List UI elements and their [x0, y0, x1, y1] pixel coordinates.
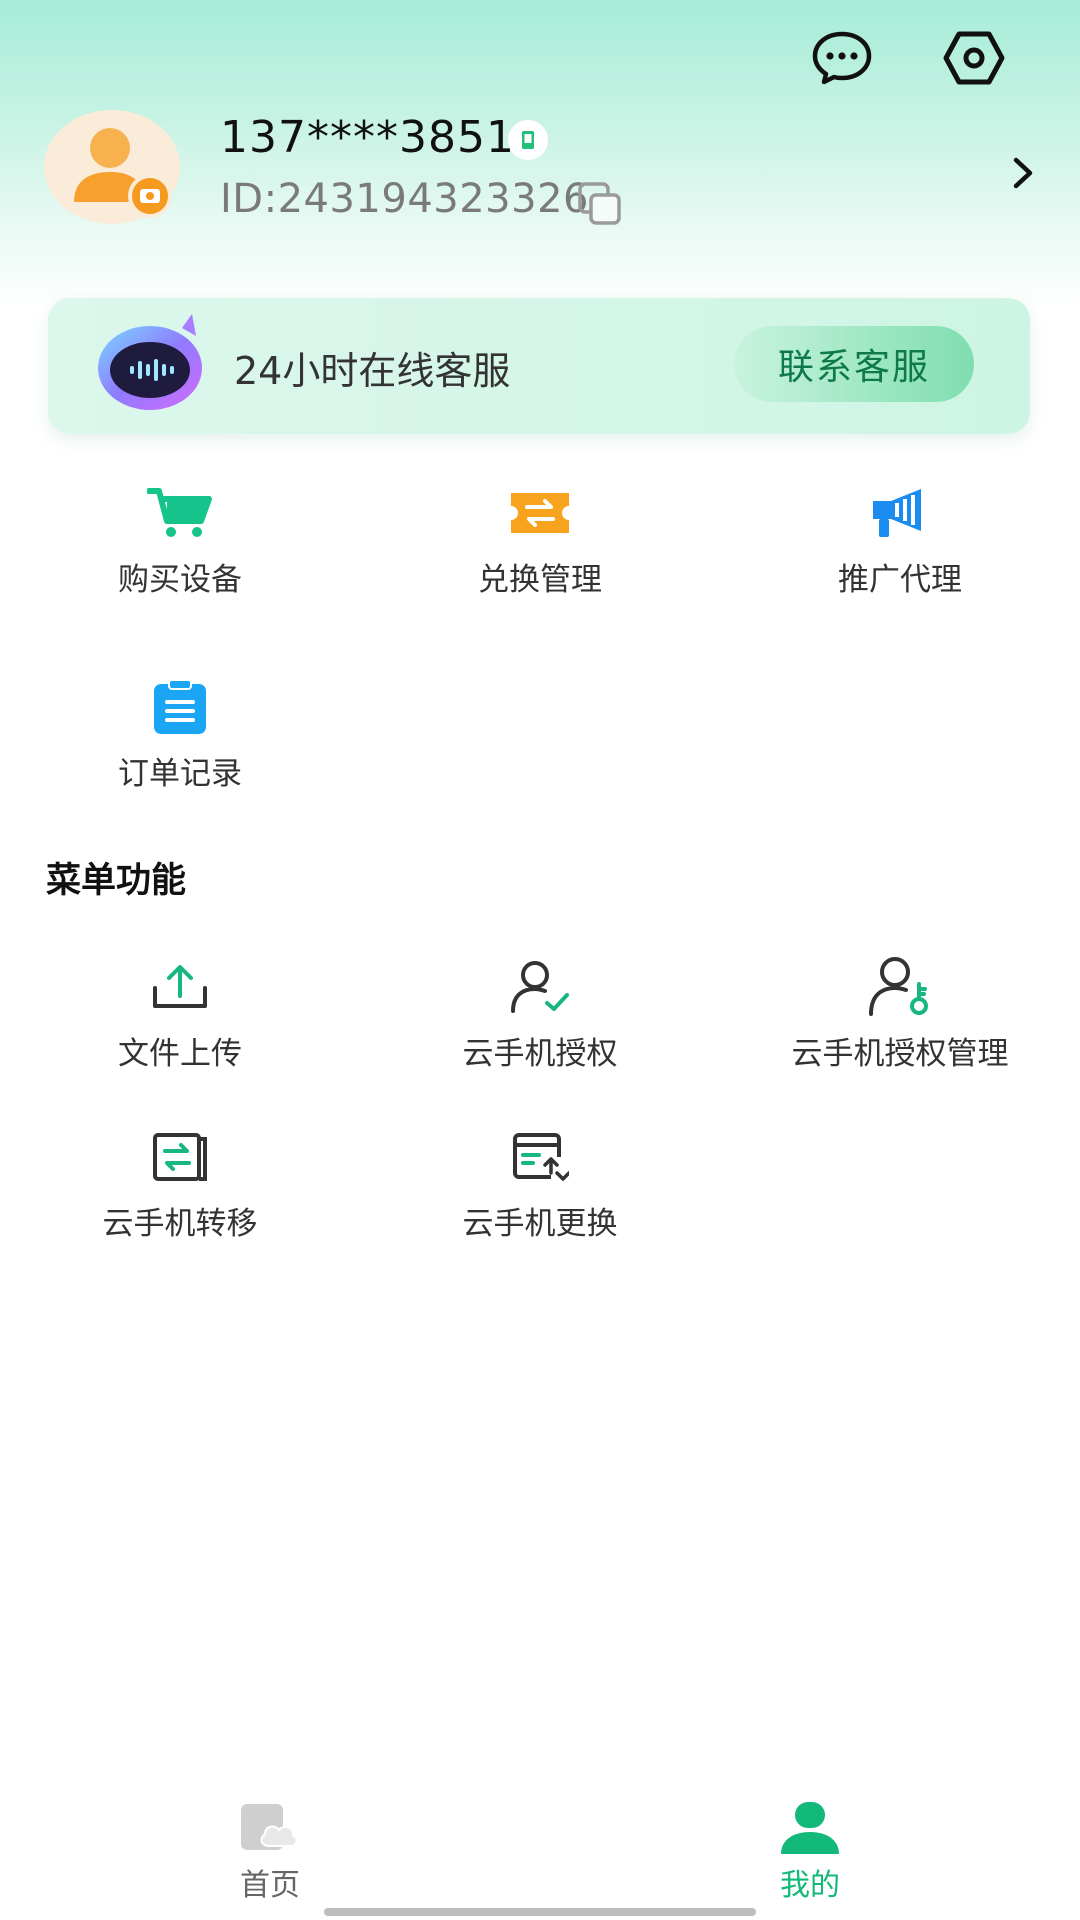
menu-cloud-phone-transfer[interactable]: 云手机转移 [30, 1122, 330, 1262]
menu-item-label: 云手机更换 [462, 1206, 618, 1242]
avatar[interactable] [44, 110, 180, 224]
menu-cloud-phone-auth[interactable]: 云手机授权 [390, 952, 690, 1092]
chat-bubble-icon[interactable] [806, 22, 878, 94]
transfer-icon [145, 1122, 215, 1192]
shortcut-label: 订单记录 [118, 756, 242, 792]
user-key-icon [865, 952, 935, 1022]
top-actions [806, 22, 1010, 94]
menu-cloud-phone-replace[interactable]: 云手机更换 [390, 1122, 690, 1262]
profile-icon [775, 1798, 845, 1858]
menu-item-label: 云手机授权管理 [791, 1036, 1009, 1072]
tab-home[interactable]: 首页 [170, 1780, 370, 1903]
shopping-cart-icon [145, 478, 215, 548]
menu-file-upload[interactable]: 文件上传 [30, 952, 330, 1092]
tab-label: 我的 [780, 1868, 840, 1903]
service-description: 24小时在线客服 [234, 349, 511, 393]
menu-item-label: 云手机转移 [102, 1206, 258, 1242]
user-phone: 137****3851 [220, 112, 515, 163]
user-profile[interactable]: 137****3851 ID:243194323326 [44, 108, 1044, 238]
device-badge-icon [508, 120, 548, 160]
swap-card-icon [505, 1122, 575, 1192]
menu-item-label: 文件上传 [118, 1036, 242, 1072]
shortcut-exchange-management[interactable]: 兑换管理 [390, 478, 690, 618]
shortcut-label: 推广代理 [838, 562, 962, 598]
menu-section-title: 菜单功能 [46, 861, 187, 901]
menu-cloud-phone-auth-management[interactable]: 云手机授权管理 [750, 952, 1050, 1092]
profile-page: 137****3851 ID:243194323326 24小时在线客服 联系客… [0, 0, 1080, 1920]
bottom-tab-bar: 首页 我的 [0, 1780, 1080, 1920]
shortcut-order-records[interactable]: 订单记录 [30, 672, 330, 812]
tab-mine[interactable]: 我的 [710, 1780, 910, 1903]
shortcut-label: 兑换管理 [478, 562, 602, 598]
chevron-right-icon[interactable] [1004, 148, 1044, 198]
customer-service-card: 24小时在线客服 联系客服 [48, 298, 1030, 434]
tab-label: 首页 [240, 1868, 300, 1903]
shortcut-promotion-agent[interactable]: 推广代理 [750, 478, 1050, 618]
shortcut-label: 购买设备 [118, 562, 242, 598]
settings-hexagon-icon[interactable] [938, 22, 1010, 94]
user-id: ID:243194323326 [220, 176, 589, 222]
robot-assistant-icon [92, 308, 212, 418]
megaphone-icon [865, 478, 935, 548]
exchange-ticket-icon [505, 478, 575, 548]
clipboard-icon [145, 672, 215, 742]
menu-item-label: 云手机授权 [462, 1036, 618, 1072]
upload-icon [145, 952, 215, 1022]
home-indicator[interactable] [324, 1908, 756, 1916]
contact-service-button[interactable]: 联系客服 [734, 326, 974, 402]
copy-icon[interactable] [576, 180, 624, 228]
home-cloud-icon [235, 1798, 305, 1858]
user-check-icon [505, 952, 575, 1022]
shortcut-buy-device[interactable]: 购买设备 [30, 478, 330, 618]
